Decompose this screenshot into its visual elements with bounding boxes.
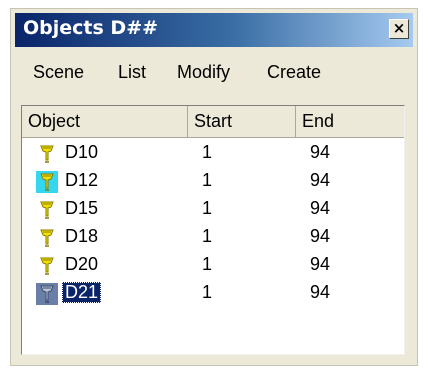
object-name: D15 [65,198,99,218]
table-row[interactable]: D21 1 94 [22,280,404,308]
table-row[interactable]: D18 1 94 [22,224,404,252]
lamp-icon [36,171,58,193]
lamp-icon [36,227,58,249]
object-name: D20 [65,254,99,274]
table-row[interactable]: D15 1 94 [22,196,404,224]
object-name: D12 [65,170,99,190]
menu-list[interactable]: List [118,62,146,83]
end-value: 94 [310,282,331,302]
object-name: D18 [65,226,99,246]
end-value: 94 [310,142,331,162]
column-header-end[interactable]: End [296,106,404,137]
end-value: 94 [310,198,331,218]
lamp-icon [36,255,58,277]
title-bar[interactable]: Objects D## × [15,13,413,47]
object-list[interactable]: Object Start End D10 1 94 D12 1 94 D15 1 94 D18 1 9… [21,105,405,355]
start-value: 1 [202,226,213,246]
close-button[interactable]: × [389,19,409,39]
start-value: 1 [202,254,213,274]
close-icon: × [392,19,406,37]
lamp-icon [36,283,58,305]
table-row[interactable]: D10 1 94 [22,140,404,168]
window-title: Objects D## [23,17,159,39]
table-row[interactable]: D20 1 94 [22,252,404,280]
menu-bar: Scene List Modify Create [15,55,413,89]
object-name: D10 [65,142,99,162]
start-value: 1 [202,170,213,190]
lamp-icon [36,143,58,165]
end-value: 94 [310,254,331,274]
end-value: 94 [310,170,331,190]
column-header-start[interactable]: Start [188,106,296,137]
start-value: 1 [202,198,213,218]
list-header: Object Start End [22,106,404,138]
menu-scene[interactable]: Scene [33,62,84,83]
menu-create[interactable]: Create [267,62,321,83]
object-name: D21 [62,282,102,303]
start-value: 1 [202,282,213,302]
start-value: 1 [202,142,213,162]
end-value: 94 [310,226,331,246]
column-header-object[interactable]: Object [22,106,188,137]
lamp-icon [36,199,58,221]
menu-modify[interactable]: Modify [177,62,230,83]
objects-window: Objects D## × Scene List Modify Create O… [10,8,418,366]
table-row[interactable]: D12 1 94 [22,168,404,196]
